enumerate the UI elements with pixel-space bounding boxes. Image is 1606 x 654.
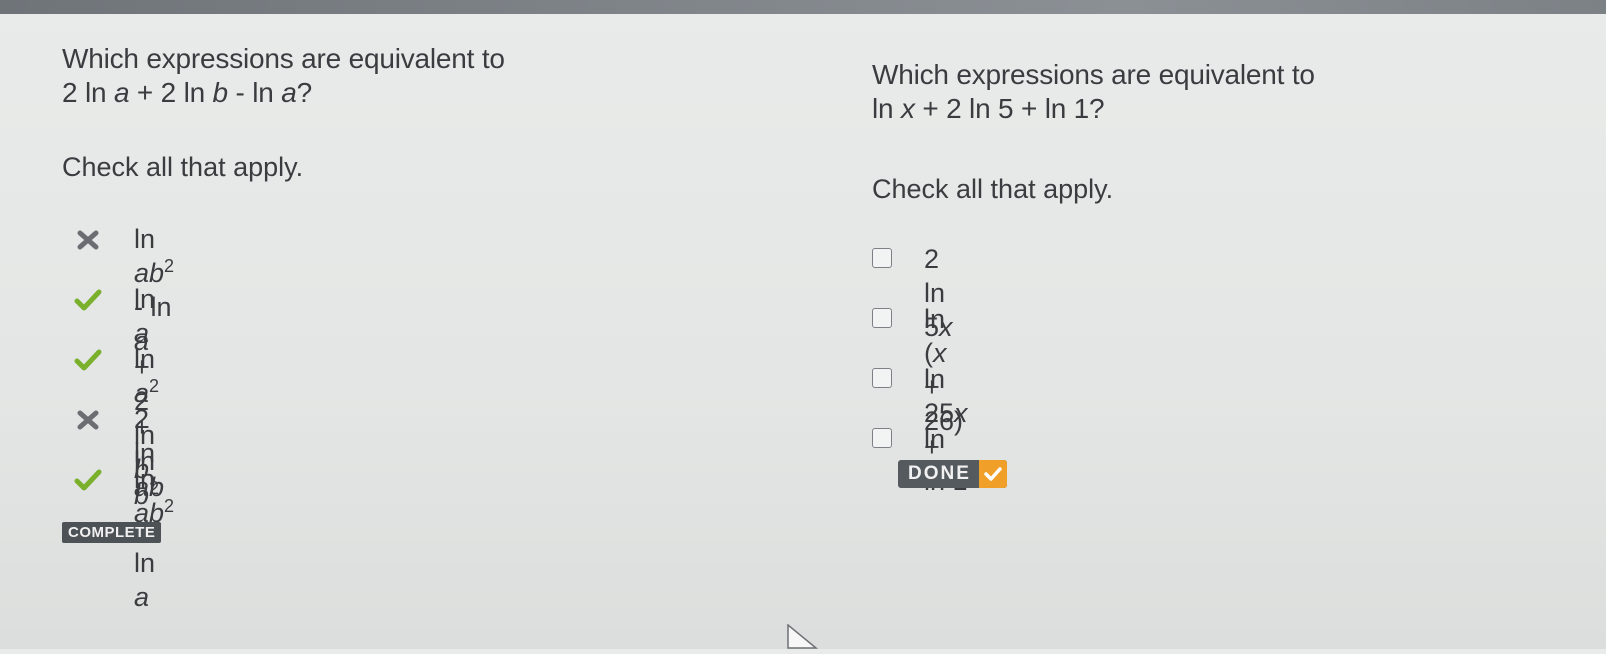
instruction-right: Check all that apply. [872, 174, 1114, 204]
checkbox[interactable] [872, 248, 892, 268]
check-mark-icon [72, 284, 104, 316]
question-left: Which expressions are equivalent to 2 ln… [62, 42, 782, 110]
checkbox[interactable] [872, 308, 892, 328]
check-mark-icon [72, 344, 104, 376]
instruction-left: Check all that apply. [62, 152, 304, 182]
done-label: DONE [908, 463, 971, 484]
check-mark-icon [72, 464, 104, 496]
question-right-line1: Which expressions are equivalent to [872, 59, 1315, 90]
question-right-expression: ln x + 2 ln 5 + ln 1? [872, 93, 1105, 124]
checkbox[interactable] [872, 368, 892, 388]
answer-option-left-5-text: ln ab2 [134, 464, 175, 528]
question-left-line1: Which expressions are equivalent to [62, 43, 505, 74]
checkbox[interactable] [872, 428, 892, 448]
question-panel-left: Which expressions are equivalent to 2 ln… [62, 42, 782, 612]
done-button[interactable]: DONE [898, 460, 1007, 488]
x-mark-icon [72, 404, 104, 436]
x-mark-icon [72, 224, 104, 256]
question-right: Which expressions are equivalent to ln x… [872, 58, 1572, 126]
complete-badge: COMPLETE [62, 522, 162, 543]
check-mark-icon [978, 460, 1007, 488]
top-bar [0, 0, 1606, 14]
mouse-cursor-icon [786, 623, 820, 654]
question-panel-right: Which expressions are equivalent to ln x… [872, 58, 1572, 496]
question-left-expression: 2 ln a + 2 ln b - ln a? [62, 77, 312, 108]
